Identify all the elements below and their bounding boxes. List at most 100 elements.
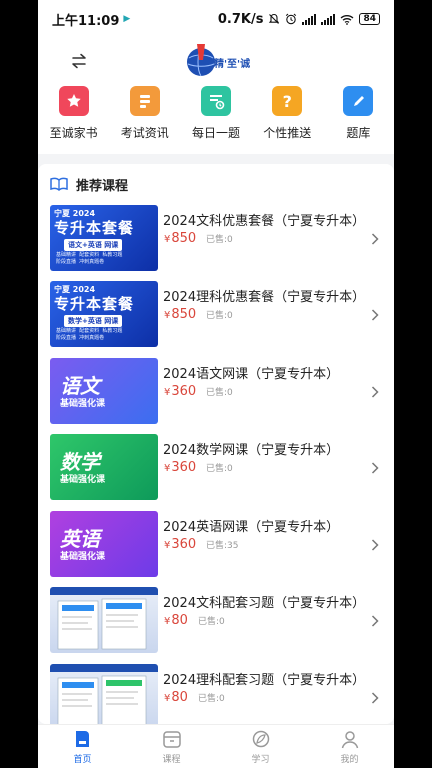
course-price: ¥850 bbox=[164, 307, 197, 322]
course-title: 2024理科配套习题（宁夏专升本） bbox=[163, 673, 366, 688]
thumb-tag: 语文+英语 网课 bbox=[64, 239, 123, 251]
chevron-right-icon bbox=[371, 462, 379, 474]
nav-item-family-letter[interactable]: 至诚家书 bbox=[38, 84, 109, 154]
tab-home[interactable]: 首页 bbox=[38, 725, 127, 768]
course-price: ¥360 bbox=[164, 460, 197, 475]
course-item[interactable]: 宁夏 2024 专升本套餐 语文+英语 网课 基础精讲 配套资料 私教习题 阶段… bbox=[38, 205, 394, 275]
thumb-subtitle: 基础强化课 bbox=[60, 552, 106, 562]
thumb-subtitle: 基础强化课 bbox=[60, 399, 106, 409]
chevron-right-icon bbox=[371, 615, 379, 627]
tab-label: 我的 bbox=[340, 755, 359, 765]
pencil-book-icon bbox=[343, 86, 374, 116]
course-thumbnail: 英语 基础强化课 bbox=[50, 511, 158, 577]
chevron-right-icon bbox=[371, 539, 379, 551]
status-time: 上午11:09 bbox=[52, 13, 120, 29]
swap-icon[interactable] bbox=[70, 52, 88, 70]
course-sold: 已售:0 bbox=[206, 311, 233, 321]
course-price: ¥360 bbox=[164, 537, 197, 552]
workbook-cover-image bbox=[50, 587, 158, 650]
question-mark-icon: ? bbox=[272, 86, 303, 116]
course-sold: 已售:0 bbox=[198, 617, 225, 627]
home-icon bbox=[75, 731, 89, 747]
thumb-subject: 数学 bbox=[60, 450, 100, 474]
thumb-big-text: 专升本套餐 bbox=[54, 219, 135, 237]
course-sold: 已售:0 bbox=[206, 464, 233, 474]
course-item[interactable]: 语文 基础强化课 2024语文网课（宁夏专升本） ¥360 已售:0 bbox=[38, 358, 394, 428]
course-title: 2024理科优惠套餐（宁夏专升本） bbox=[163, 290, 366, 305]
course-title: 2024英语网课（宁夏专升本） bbox=[163, 520, 340, 535]
nav-label: 考试资讯 bbox=[120, 126, 169, 140]
thumb-subject: 英语 bbox=[60, 527, 100, 551]
status-bar: 上午11:09 ▶ 0.7K/s 84 bbox=[38, 0, 394, 38]
nav-label: 每日一题 bbox=[192, 126, 241, 140]
course-item[interactable]: 数学 基础强化课 2024数学网课（宁夏专升本） ¥360 已售:0 bbox=[38, 434, 394, 504]
nav-item-exam-news[interactable]: 考试资讯 bbox=[109, 84, 180, 154]
course-icon bbox=[162, 731, 181, 748]
nav-label: 题库 bbox=[346, 126, 371, 140]
thumb-lines: 基础精讲 配套资料 私教习题 阶段直播 冲刺真题卷 bbox=[56, 328, 123, 341]
tab-study[interactable]: 学习 bbox=[216, 725, 305, 768]
course-price: ¥850 bbox=[164, 231, 197, 246]
course-price: ¥80 bbox=[164, 690, 188, 705]
thumb-subtitle: 基础强化课 bbox=[60, 475, 106, 485]
recommend-title: 推荐课程 bbox=[76, 178, 129, 194]
thumb-big-text: 专升本套餐 bbox=[54, 295, 135, 313]
course-title: 2024文科配套习题（宁夏专升本） bbox=[163, 596, 366, 611]
open-book-icon bbox=[50, 177, 68, 191]
course-thumbnail: 语文 基础强化课 bbox=[50, 358, 158, 424]
nav-item-question-bank[interactable]: 题库 bbox=[323, 84, 394, 154]
star-book-icon bbox=[58, 86, 89, 116]
course-item[interactable]: 2024文科配套习题（宁夏专升本） ¥80 已售:0 bbox=[38, 587, 394, 657]
nav-label: 至诚家书 bbox=[49, 126, 98, 140]
course-sold: 已售:35 bbox=[206, 541, 239, 551]
thumb-tag: 数学+英语 网课 bbox=[64, 315, 123, 327]
chevron-right-icon bbox=[371, 309, 379, 321]
bottom-tab-bar: 首页 课程 学习 我的 bbox=[38, 724, 394, 768]
mute-bell-icon bbox=[269, 13, 280, 24]
chevron-right-icon bbox=[371, 386, 379, 398]
tab-label: 学习 bbox=[251, 755, 270, 765]
course-thumbnail: 宁夏 2024 专升本套餐 数学+英语 网课 基础精讲 配套资料 私教习题 阶段… bbox=[50, 281, 158, 347]
course-thumbnail: 宁夏 2024 专升本套餐 语文+英语 网课 基础精讲 配套资料 私教习题 阶段… bbox=[50, 205, 158, 271]
signal-icon bbox=[302, 13, 317, 25]
thumb-lines: 基础精讲 配套资料 私教习题 阶段直播 冲刺真题卷 bbox=[56, 252, 123, 265]
network-speed: 0.7K/s bbox=[217, 11, 264, 27]
wifi-icon bbox=[341, 14, 354, 25]
course-sold: 已售:0 bbox=[206, 388, 233, 398]
nav-label: 个性推送 bbox=[263, 126, 312, 140]
chevron-right-icon bbox=[371, 233, 379, 245]
hd-signal-icon bbox=[321, 13, 336, 25]
course-title: 2024数学网课（宁夏专升本） bbox=[163, 443, 340, 458]
nav-item-personal-push[interactable]: ? 个性推送 bbox=[252, 84, 323, 154]
quick-nav: 至诚家书 考试资讯 每日一题 ? 个性推送 题库 bbox=[38, 84, 394, 154]
logo-text: 精'至'诚 bbox=[214, 57, 250, 70]
news-icon bbox=[129, 86, 160, 116]
nav-item-daily-question[interactable]: 每日一题 bbox=[180, 84, 251, 154]
app-header: 精'至'诚 bbox=[38, 38, 394, 84]
thumb-subject: 语文 bbox=[60, 374, 100, 398]
recommend-section: 推荐课程 宁夏 2024 专升本套餐 语文+英语 网课 基础精讲 配套资料 私教… bbox=[38, 164, 394, 730]
play-icon: ▶ bbox=[123, 14, 131, 24]
course-item[interactable]: 英语 基础强化课 2024英语网课（宁夏专升本） ¥360 已售:35 bbox=[38, 511, 394, 581]
tab-label: 课程 bbox=[162, 755, 181, 765]
course-thumbnail: 数学 基础强化课 bbox=[50, 434, 158, 500]
tab-profile[interactable]: 我的 bbox=[305, 725, 394, 768]
course-thumbnail bbox=[50, 587, 158, 653]
battery-icon: 84 bbox=[359, 13, 380, 25]
brand-logo: 精'至'诚 bbox=[187, 44, 250, 77]
course-sold: 已售:0 bbox=[198, 694, 225, 704]
course-price: ¥80 bbox=[164, 613, 188, 628]
course-price: ¥360 bbox=[164, 384, 197, 399]
workbook-cover-image bbox=[50, 664, 158, 727]
tab-label: 首页 bbox=[73, 755, 92, 765]
course-item[interactable]: 宁夏 2024 专升本套餐 数学+英语 网课 基础精讲 配套资料 私教习题 阶段… bbox=[38, 281, 394, 351]
daily-question-icon bbox=[201, 86, 231, 116]
alarm-icon bbox=[286, 13, 297, 25]
chevron-right-icon bbox=[371, 692, 379, 704]
course-thumbnail bbox=[50, 664, 158, 730]
course-sold: 已售:0 bbox=[206, 235, 233, 245]
course-title: 2024语文网课（宁夏专升本） bbox=[163, 367, 340, 382]
study-icon bbox=[252, 730, 269, 748]
recommend-header: 推荐课程 bbox=[38, 164, 394, 204]
tab-course[interactable]: 课程 bbox=[127, 725, 216, 768]
